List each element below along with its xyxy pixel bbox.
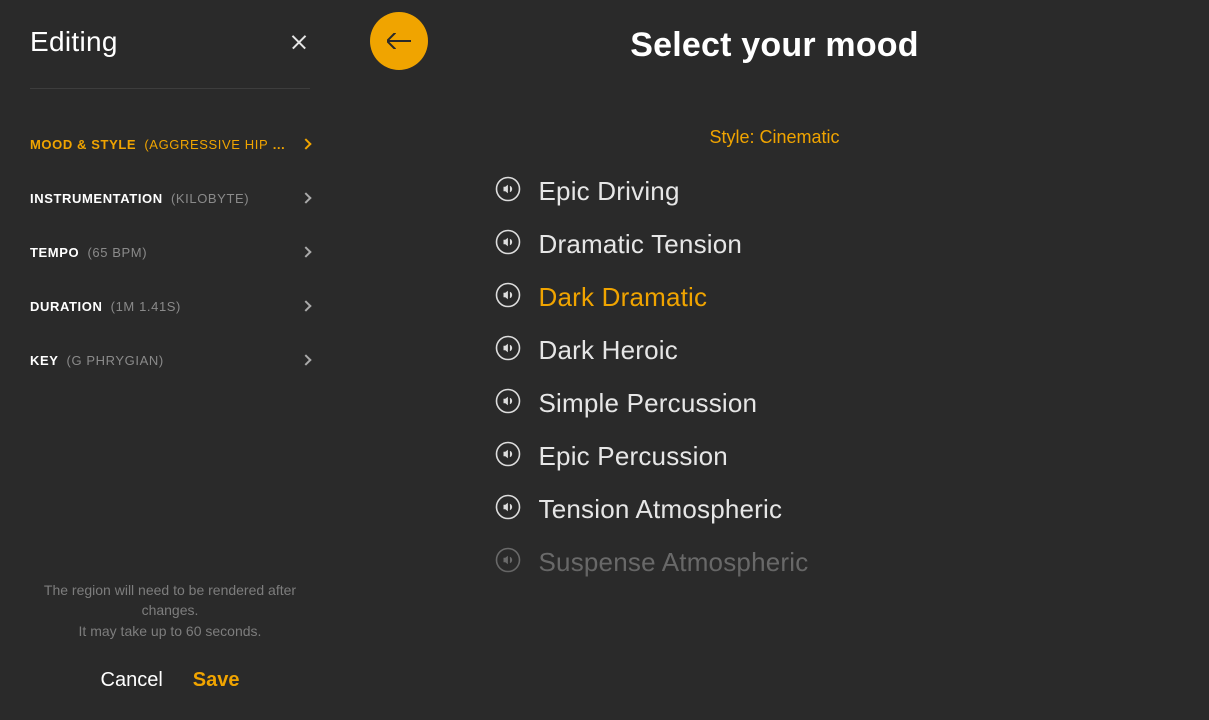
style-value: Cinematic (760, 127, 840, 147)
chevron-right-icon (300, 300, 311, 311)
main-title: Select your mood (380, 26, 1169, 65)
mood-item[interactable]: Simple Percussion (495, 388, 1055, 419)
style-prefix: Style: (709, 127, 759, 147)
speaker-icon (495, 229, 521, 255)
mood-name: Epic Percussion (539, 441, 728, 472)
param-label-text: TEMPO (30, 245, 79, 260)
speaker-icon (495, 441, 521, 467)
preview-button[interactable] (495, 335, 521, 366)
arrow-left-icon (387, 33, 411, 49)
mood-item[interactable]: Dark Dramatic (495, 282, 1055, 313)
mood-item[interactable]: Dramatic Tension (495, 229, 1055, 260)
cancel-button[interactable]: Cancel (101, 669, 163, 692)
render-note-line2: It may take up to 60 seconds. (30, 621, 310, 641)
param-label: INSTRUMENTATION (KILOBYTE) (30, 191, 294, 206)
list-fade-overlay (340, 560, 1209, 720)
param-label-text: MOOD & STYLE (30, 137, 136, 152)
mood-item[interactable]: Epic Percussion (495, 441, 1055, 472)
close-icon[interactable] (288, 31, 310, 53)
mood-item[interactable]: Epic Driving (495, 176, 1055, 207)
preview-button[interactable] (495, 282, 521, 313)
preview-button[interactable] (495, 388, 521, 419)
main-panel: Select your mood Style: Cinematic Epic D… (340, 0, 1209, 720)
param-label-text: DURATION (30, 299, 102, 314)
preview-button[interactable] (495, 441, 521, 472)
speaker-icon (495, 282, 521, 308)
sidebar-title: Editing (30, 26, 118, 58)
editing-sidebar: Editing MOOD & STYLE (AGGRESSIVE HIP H… I… (0, 0, 340, 720)
param-label: MOOD & STYLE (AGGRESSIVE HIP H… (30, 137, 294, 152)
save-button[interactable]: Save (193, 669, 240, 692)
mood-name: Dark Dramatic (539, 282, 708, 313)
params-list: MOOD & STYLE (AGGRESSIVE HIP H… INSTRUMEN… (30, 117, 310, 387)
speaker-icon (495, 547, 521, 573)
chevron-right-icon (300, 246, 311, 257)
mood-item[interactable]: Tension Atmospheric (495, 494, 1055, 525)
mood-list: Epic Driving Dramatic Tension Dark Drama… (495, 176, 1055, 578)
preview-button[interactable] (495, 547, 521, 578)
mood-name: Simple Percussion (539, 388, 758, 419)
param-row-mood-style[interactable]: MOOD & STYLE (AGGRESSIVE HIP H… (30, 117, 310, 171)
preview-button[interactable] (495, 176, 521, 207)
param-label-text: KEY (30, 353, 58, 368)
chevron-right-icon (300, 354, 311, 365)
param-label: KEY (G PHRYGIAN) (30, 353, 294, 368)
mood-name: Suspense Atmospheric (539, 547, 809, 578)
mood-name: Dark Heroic (539, 335, 678, 366)
back-button[interactable] (370, 12, 428, 70)
speaker-icon (495, 335, 521, 361)
param-row-instrumentation[interactable]: INSTRUMENTATION (KILOBYTE) (30, 171, 310, 225)
mood-item[interactable]: Dark Heroic (495, 335, 1055, 366)
preview-button[interactable] (495, 494, 521, 525)
chevron-right-icon (300, 138, 311, 149)
render-note-line1: The region will need to be rendered afte… (30, 580, 310, 621)
mood-name: Tension Atmospheric (539, 494, 783, 525)
speaker-icon (495, 388, 521, 414)
chevron-right-icon (300, 192, 311, 203)
param-value: (G PHRYGIAN) (67, 353, 164, 368)
param-value: (AGGRESSIVE HIP H… (144, 137, 294, 152)
render-note: The region will need to be rendered afte… (30, 580, 310, 641)
speaker-icon (495, 494, 521, 520)
param-label: TEMPO (65 BPM) (30, 245, 294, 260)
mood-item[interactable]: Suspense Atmospheric (495, 547, 1055, 578)
param-row-key[interactable]: KEY (G PHRYGIAN) (30, 333, 310, 387)
speaker-icon (495, 176, 521, 202)
param-label-text: INSTRUMENTATION (30, 191, 163, 206)
preview-button[interactable] (495, 229, 521, 260)
param-value: (65 BPM) (87, 245, 147, 260)
style-line: Style: Cinematic (380, 127, 1169, 148)
param-row-duration[interactable]: DURATION (1M 1.41S) (30, 279, 310, 333)
param-value: (1M 1.41S) (111, 299, 181, 314)
mood-name: Epic Driving (539, 176, 680, 207)
mood-name: Dramatic Tension (539, 229, 743, 260)
param-label: DURATION (1M 1.41S) (30, 299, 294, 314)
param-value: (KILOBYTE) (171, 191, 249, 206)
param-row-tempo[interactable]: TEMPO (65 BPM) (30, 225, 310, 279)
